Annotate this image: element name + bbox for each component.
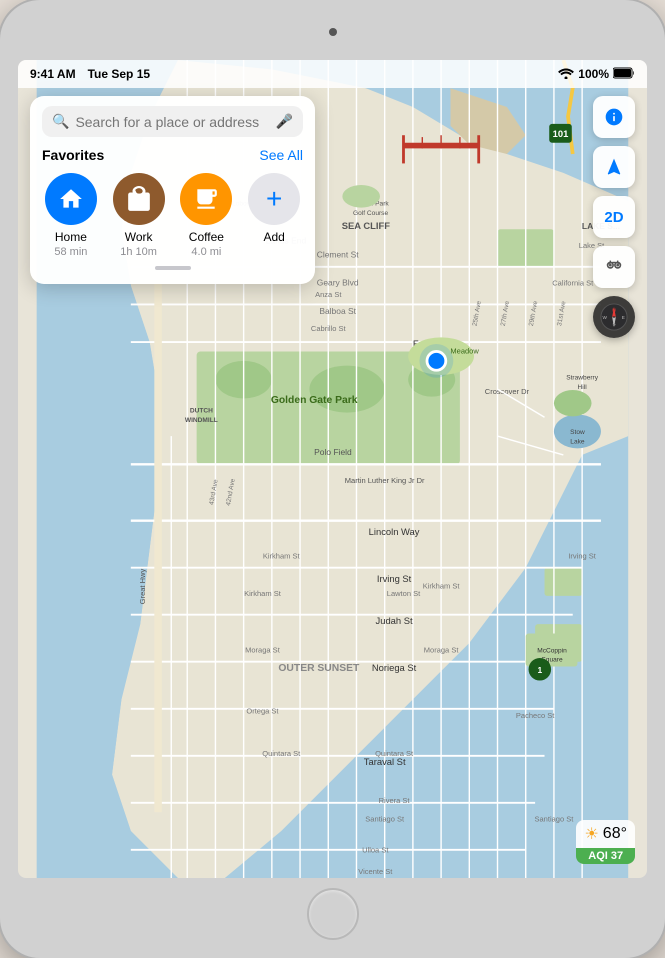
camera-dot [329, 28, 337, 36]
svg-text:Quintara St: Quintara St [262, 749, 301, 758]
svg-text:101: 101 [553, 128, 569, 139]
svg-text:Polo Field: Polo Field [314, 447, 352, 457]
svg-text:Lake: Lake [570, 439, 585, 446]
svg-text:Stow: Stow [570, 429, 585, 436]
svg-text:S: S [612, 321, 615, 326]
temperature: 68° [603, 825, 627, 843]
svg-text:Golf Course: Golf Course [353, 210, 388, 217]
svg-text:Pacheco St: Pacheco St [516, 711, 555, 720]
weather-badge[interactable]: ☀ 68° AQI 37 [576, 820, 635, 864]
svg-text:Strawberry: Strawberry [566, 375, 599, 382]
svg-text:Kirkham St: Kirkham St [244, 589, 282, 598]
work-sublabel: 1h 10m [120, 246, 157, 258]
svg-text:Judah St: Judah St [376, 615, 413, 626]
svg-text:Meadow: Meadow [450, 346, 479, 355]
home-button[interactable] [307, 888, 359, 940]
screen: 9:41 AM Tue Sep 15 100% [18, 60, 647, 878]
svg-text:Kirkham St: Kirkham St [423, 581, 461, 590]
svg-text:McCoppin: McCoppin [537, 647, 567, 654]
svg-text:Moraga St: Moraga St [245, 645, 281, 654]
status-left: 9:41 AM Tue Sep 15 [30, 67, 150, 81]
svg-text:Noriega St: Noriega St [372, 662, 417, 673]
coffee-icon-circle [180, 173, 232, 225]
favorites-header: Favorites See All [42, 147, 303, 163]
status-right: 100% [558, 67, 635, 82]
home-sublabel: 58 min [54, 246, 87, 258]
svg-text:Santiago St: Santiago St [534, 815, 574, 824]
work-label: Work [125, 230, 153, 244]
svg-text:Irving St: Irving St [568, 551, 596, 560]
add-icon-circle: + [248, 173, 300, 225]
wifi-icon [558, 67, 574, 82]
time: 9:41 AM [30, 67, 76, 81]
weather-temp: ☀ 68° [576, 820, 635, 848]
svg-text:Santiago St: Santiago St [365, 815, 405, 824]
svg-text:1: 1 [537, 665, 542, 675]
see-all-button[interactable]: See All [259, 147, 303, 163]
svg-text:Martin Luther King Jr Dr: Martin Luther King Jr Dr [345, 476, 425, 485]
home-icon-circle [45, 173, 97, 225]
work-icon-circle [113, 173, 165, 225]
svg-text:Golden Gate Park: Golden Gate Park [271, 395, 358, 406]
svg-text:WINDMILL: WINDMILL [185, 417, 218, 424]
favorite-item-work[interactable]: Work 1h 10m [110, 173, 168, 258]
svg-text:Irving St: Irving St [377, 573, 412, 584]
info-button[interactable] [593, 96, 635, 138]
svg-text:Lawton St: Lawton St [387, 589, 421, 598]
svg-text:Anza St: Anza St [315, 290, 342, 299]
svg-text:Great Hwy: Great Hwy [138, 569, 147, 605]
coffee-label: Coffee [189, 230, 224, 244]
right-controls: 2D N S W [593, 96, 635, 338]
coffee-sublabel: 4.0 mi [191, 246, 221, 258]
favorites-row: Home 58 min Work 1h 10m [42, 173, 303, 258]
svg-text:E: E [622, 315, 625, 320]
aqi-badge: AQI 37 [576, 848, 635, 864]
svg-text:Lincoln Way: Lincoln Way [369, 526, 420, 537]
svg-text:Kirkham St: Kirkham St [263, 551, 301, 560]
home-label: Home [55, 230, 87, 244]
favorite-item-coffee[interactable]: Coffee 4.0 mi [178, 173, 236, 258]
2d-button[interactable]: 2D [593, 196, 635, 238]
search-input[interactable] [75, 114, 269, 130]
favorite-item-add[interactable]: + Add [245, 173, 303, 258]
search-bar[interactable]: 🔍 🎤 [42, 106, 303, 137]
svg-text:DUTCH: DUTCH [190, 408, 213, 415]
search-panel: 🔍 🎤 Favorites See All Home 58 min [30, 96, 315, 284]
svg-text:California St: California St [552, 279, 594, 288]
microphone-icon[interactable]: 🎤 [276, 113, 293, 130]
date: Tue Sep 15 [88, 67, 150, 81]
svg-text:Quintara St: Quintara St [375, 749, 414, 758]
sun-icon: ☀ [584, 824, 598, 844]
location-button[interactable] [593, 146, 635, 188]
svg-text:Taraval St: Taraval St [364, 756, 406, 767]
svg-text:OUTER SUNSET: OUTER SUNSET [278, 663, 360, 674]
svg-text:Moraga St: Moraga St [424, 645, 460, 654]
svg-text:Balboa St: Balboa St [319, 306, 356, 316]
status-bar: 9:41 AM Tue Sep 15 100% [18, 60, 647, 88]
svg-text:Ulloa St: Ulloa St [362, 846, 389, 855]
add-label: Add [263, 230, 284, 244]
svg-text:Hill: Hill [578, 384, 588, 391]
battery-icon [613, 67, 635, 82]
svg-text:Vicente St: Vicente St [358, 867, 393, 876]
svg-text:Ortega St: Ortega St [246, 706, 279, 715]
svg-text:SEA CLIFF: SEA CLIFF [342, 220, 390, 231]
look-around-button[interactable] [593, 246, 635, 288]
search-icon: 🔍 [52, 113, 69, 130]
svg-text:Clement St: Clement St [317, 249, 359, 259]
ipad-frame: 9:41 AM Tue Sep 15 100% [0, 0, 665, 958]
drag-handle [155, 266, 191, 270]
svg-text:Rivera St: Rivera St [379, 796, 411, 805]
svg-text:Cabrillo St: Cabrillo St [311, 324, 347, 333]
favorites-label: Favorites [42, 147, 104, 163]
battery: 100% [578, 67, 609, 81]
compass-button[interactable]: N S W E [593, 296, 635, 338]
svg-text:W: W [602, 315, 607, 320]
favorite-item-home[interactable]: Home 58 min [42, 173, 100, 258]
svg-text:Geary Blvd: Geary Blvd [317, 278, 359, 288]
